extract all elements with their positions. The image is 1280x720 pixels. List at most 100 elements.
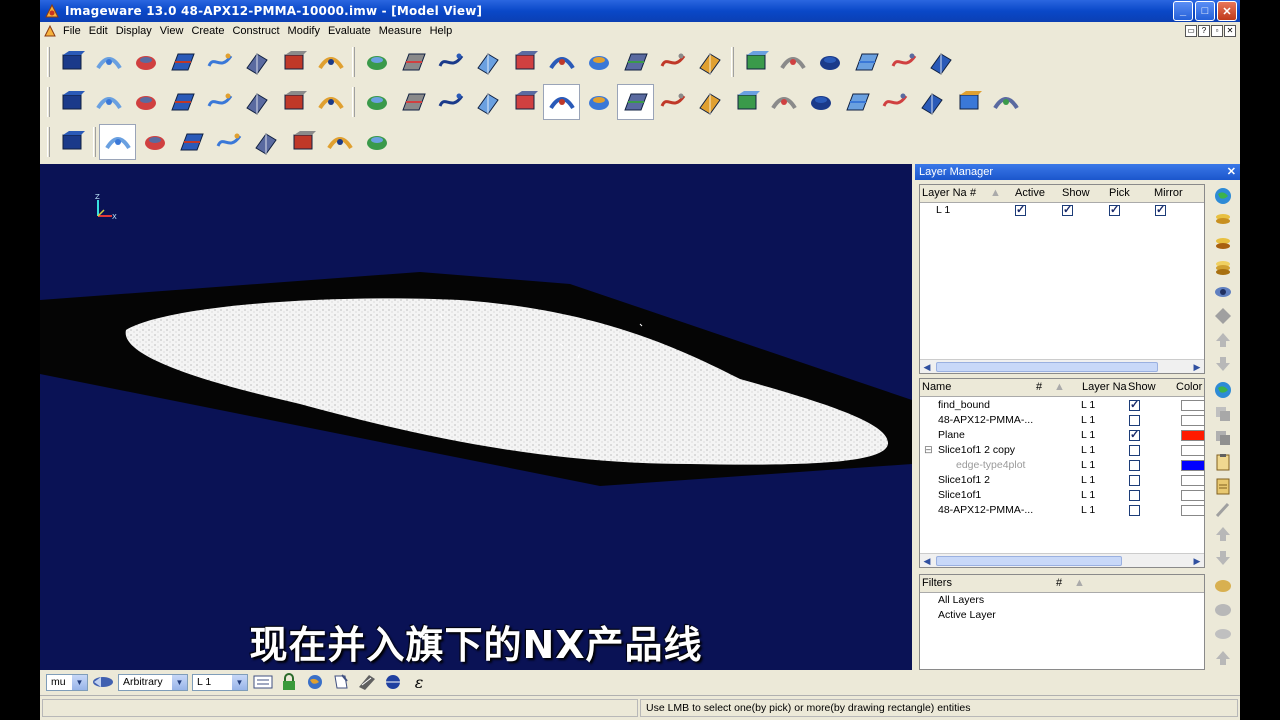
menu-measure[interactable]: Measure: [375, 25, 426, 37]
scroll-left-icon[interactable]: ◀: [920, 360, 934, 374]
arrow-plane-icon[interactable]: [885, 44, 922, 80]
object-show-checkbox[interactable]: [1129, 475, 1140, 486]
model-viewport[interactable]: Z X 现在并入旗下的NX产品线: [40, 164, 912, 670]
surface-box-icon[interactable]: [164, 44, 201, 80]
lock-icon[interactable]: [278, 672, 300, 692]
object-row[interactable]: 48-APX12-PMMA-... L 1: [920, 503, 1205, 518]
menu-view[interactable]: View: [156, 25, 188, 37]
layers-hscrollbar[interactable]: ◀ ▶: [920, 359, 1204, 373]
col-color[interactable]: Color: [1176, 381, 1202, 393]
light-bulb-icon[interactable]: [275, 84, 312, 120]
toolbar-grip[interactable]: [47, 87, 50, 117]
menu-construct[interactable]: Construct: [228, 25, 283, 37]
open-file-icon[interactable]: [53, 44, 90, 80]
wire-box-icon[interactable]: [737, 44, 774, 80]
object-color-swatch[interactable]: [1181, 400, 1205, 411]
globe-icon[interactable]: [1213, 380, 1233, 400]
diamond-icon[interactable]: [1213, 306, 1233, 326]
menu-display[interactable]: Display: [112, 25, 156, 37]
globe-icon[interactable]: [1213, 186, 1233, 206]
sphere-icon[interactable]: [382, 672, 404, 692]
view-orient-icon[interactable]: [92, 672, 114, 692]
shell-surface-icon[interactable]: [312, 44, 349, 80]
color-gradient-icon[interactable]: [506, 84, 543, 120]
object-show-checkbox[interactable]: [1129, 445, 1140, 456]
paste-icon[interactable]: [1213, 428, 1233, 448]
filter-active-layer[interactable]: Active Layer: [920, 608, 1204, 623]
spline-curve-icon[interactable]: [580, 84, 617, 120]
object-row[interactable]: Slice1of1 2 L 1: [920, 473, 1205, 488]
object-show-checkbox[interactable]: [1129, 490, 1140, 501]
eye-icon[interactable]: [1213, 282, 1233, 302]
col-layer-name[interactable]: Layer Na: [922, 187, 967, 199]
layer-pick-checkbox[interactable]: [1109, 203, 1120, 216]
filter-delete-icon[interactable]: [1213, 624, 1233, 644]
object-color-swatch[interactable]: [1181, 460, 1205, 471]
axis-points-icon[interactable]: [922, 44, 959, 80]
arrow-up-icon[interactable]: [1213, 330, 1233, 350]
filter-edit-icon[interactable]: [1213, 600, 1233, 620]
object-row[interactable]: edge-type4plot L 1: [920, 458, 1205, 473]
color-ring-icon[interactable]: [469, 44, 506, 80]
chevron-down-icon[interactable]: ▼: [172, 674, 187, 690]
object-row[interactable]: Slice1of1 L 1: [920, 488, 1205, 503]
menu-edit[interactable]: Edit: [85, 25, 112, 37]
clipboard-icon[interactable]: [1213, 452, 1233, 472]
mdi-help-button[interactable]: ?: [1198, 25, 1210, 37]
filters-hash[interactable]: #: [1056, 577, 1062, 589]
scroll-left-icon[interactable]: ◀: [920, 554, 934, 568]
object-color-swatch[interactable]: [1181, 475, 1205, 486]
object-show-checkbox[interactable]: [1129, 460, 1140, 471]
curved-sheet-2-icon[interactable]: [543, 44, 580, 80]
object-row[interactable]: find_bound L 1: [920, 398, 1205, 413]
layer-stack-icon[interactable]: [1213, 210, 1233, 230]
curve-tools-icon[interactable]: [90, 44, 127, 80]
object-color-swatch[interactable]: [1181, 445, 1205, 456]
stripes-icon[interactable]: [356, 672, 378, 692]
folded-sheet-icon[interactable]: [617, 44, 654, 80]
maximize-button[interactable]: □: [1195, 1, 1215, 21]
red-bolt-icon[interactable]: [728, 84, 765, 120]
object-show-checkbox[interactable]: [1129, 505, 1140, 516]
pencil-sheet-icon[interactable]: [654, 44, 691, 80]
col-name[interactable]: Name: [922, 381, 951, 393]
cube-view-icon[interactable]: [201, 44, 238, 80]
red-circle-x-icon[interactable]: [987, 84, 1024, 120]
note-icon[interactable]: [330, 672, 352, 692]
plane-tilt-icon[interactable]: [127, 84, 164, 120]
document-icon[interactable]: [44, 25, 56, 37]
camera-icon[interactable]: [395, 84, 432, 120]
scroll-right-icon[interactable]: ▶: [1190, 360, 1204, 374]
menu-modify[interactable]: Modify: [284, 25, 324, 37]
chevron-down-icon[interactable]: ▼: [72, 674, 87, 690]
scroll-thumb[interactable]: [936, 556, 1122, 566]
minimize-button[interactable]: _: [1173, 1, 1193, 21]
chevron-down-icon[interactable]: ▼: [232, 674, 247, 690]
col-hash[interactable]: #: [970, 187, 976, 199]
cloud-dome-icon[interactable]: [275, 44, 312, 80]
layer-active-checkbox[interactable]: [1015, 203, 1026, 216]
menu-help[interactable]: Help: [426, 25, 457, 37]
spiral-curve-icon[interactable]: [765, 84, 802, 120]
col-obj-hash[interactable]: #: [1036, 381, 1042, 393]
object-color-swatch[interactable]: [1181, 490, 1205, 501]
col-show[interactable]: Show: [1062, 187, 1090, 199]
stacked-sheets-icon[interactable]: [580, 44, 617, 80]
layer-select[interactable]: L 1 ▼: [192, 673, 248, 691]
arc-fan-icon[interactable]: [654, 84, 691, 120]
cloud-arrows-icon[interactable]: [136, 124, 173, 160]
list-icon[interactable]: [252, 672, 274, 692]
blue-plane-2-icon[interactable]: [395, 44, 432, 80]
blue-patch-icon[interactable]: [617, 84, 654, 120]
red-cross-icon[interactable]: [950, 84, 987, 120]
menu-file[interactable]: File: [59, 25, 85, 37]
plane-flat-icon[interactable]: [201, 84, 238, 120]
filter-add-icon[interactable]: [1213, 576, 1233, 596]
wave-curve-icon[interactable]: [284, 124, 321, 160]
menu-evaluate[interactable]: Evaluate: [324, 25, 375, 37]
col-pick[interactable]: Pick: [1109, 187, 1130, 199]
object-color-swatch[interactable]: [1181, 430, 1205, 441]
object-row[interactable]: 48-APX12-PMMA-... L 1: [920, 413, 1205, 428]
sheets-fan-icon[interactable]: [432, 84, 469, 120]
yellow-lines-icon[interactable]: [358, 124, 395, 160]
